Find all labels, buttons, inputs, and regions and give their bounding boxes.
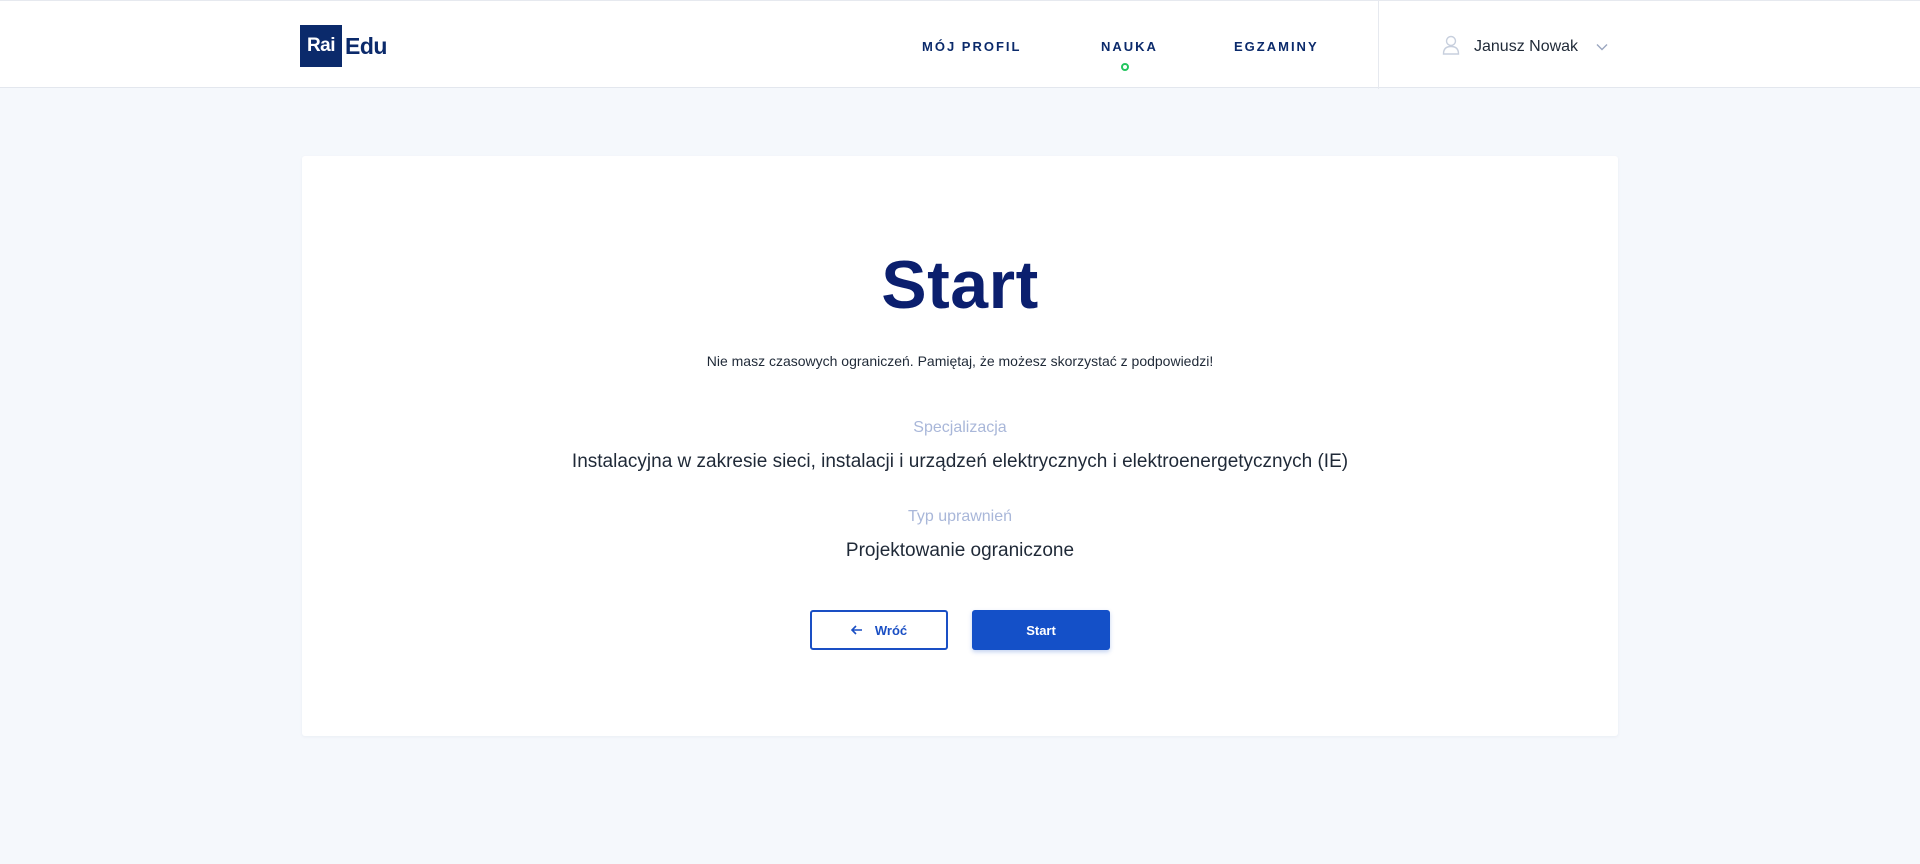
page-title: Start <box>881 247 1039 323</box>
top-navigation-bar: Rai Edu MÓJ PROFIL NAUKA EGZAMINY Janusz… <box>0 0 1920 89</box>
arrow-left-icon <box>850 625 863 635</box>
permission-type-value: Projektowanie ograniczone <box>845 540 1075 561</box>
raiedu-logo[interactable]: Rai Edu <box>300 25 387 67</box>
nav-item-moj-profil[interactable]: MÓJ PROFIL <box>922 39 1021 54</box>
back-button-label: Wróć <box>874 622 908 638</box>
back-button[interactable]: Wróć <box>810 610 948 650</box>
nav-item-egzaminy[interactable]: EGZAMINY <box>1234 39 1319 54</box>
nav-item-nauka[interactable]: NAUKA <box>1101 39 1158 54</box>
logo-text: Edu <box>345 32 387 59</box>
specialization-value: Instalacyjna w zakresie sieci, instalacj… <box>571 451 1349 472</box>
specialization-label: Specjalizacja <box>913 419 1007 436</box>
user-menu[interactable]: Janusz Nowak <box>1442 35 1608 59</box>
permission-type-label: Typ uprawnień <box>907 508 1013 525</box>
chevron-down-icon[interactable] <box>1596 38 1608 56</box>
nav-divider <box>1378 1 1379 89</box>
user-name: Janusz Nowak <box>1474 38 1579 55</box>
start-card: Start Nie masz czasowych ograniczeń. Pam… <box>302 156 1618 736</box>
logo-box: Rai <box>300 25 342 67</box>
info-text: Nie masz czasowych ograniczeń. Pamiętaj,… <box>706 353 1214 369</box>
start-button[interactable]: Start <box>972 610 1110 650</box>
user-icon <box>1442 35 1460 60</box>
start-button-label: Start <box>1026 622 1056 638</box>
active-nav-indicator <box>1121 63 1129 71</box>
